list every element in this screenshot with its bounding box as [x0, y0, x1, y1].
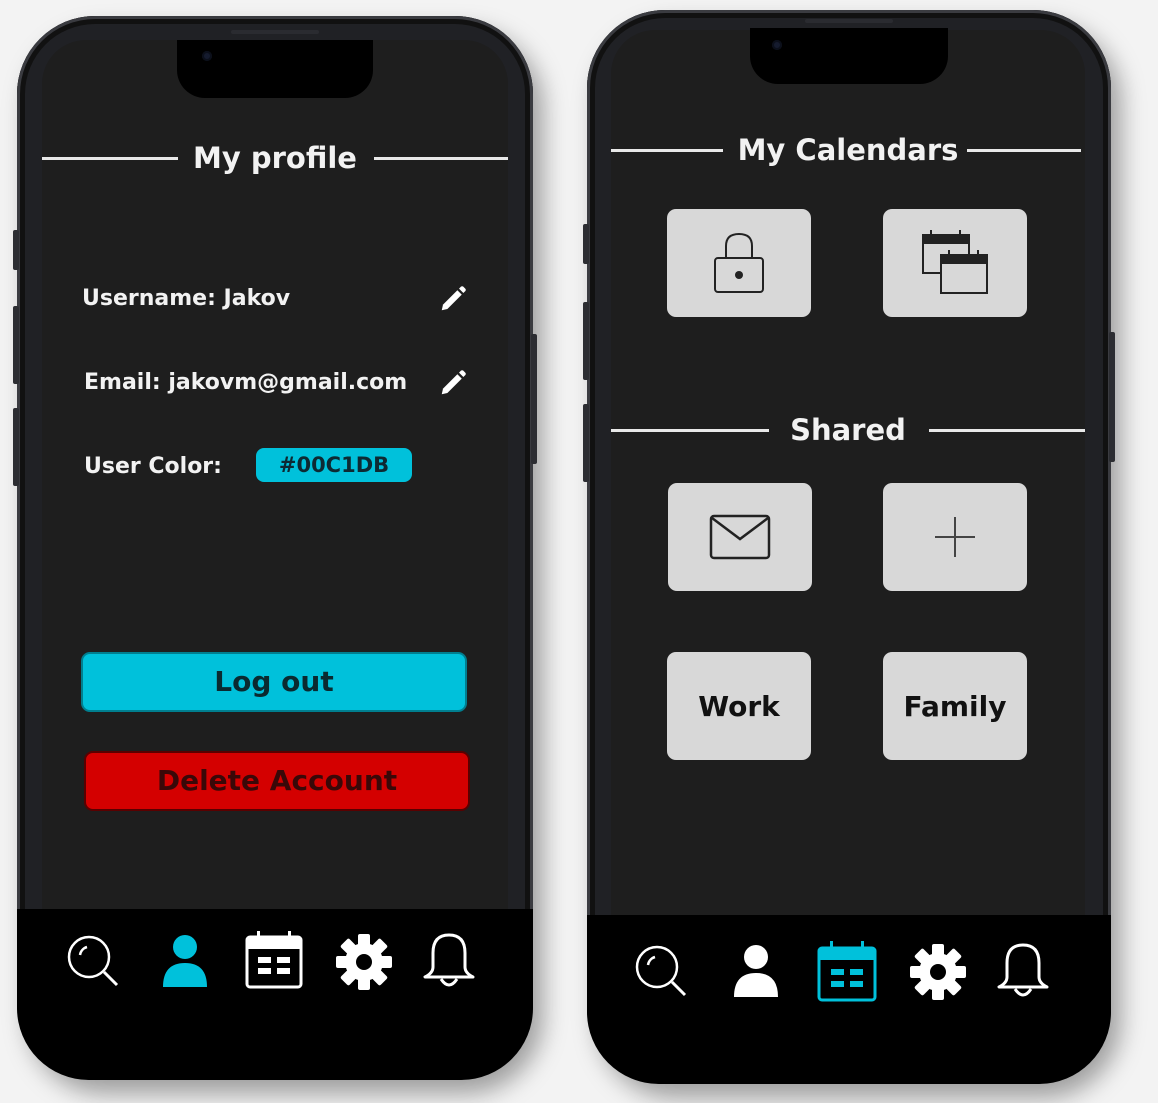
user-color-chip[interactable]: #00C1DB [256, 448, 412, 482]
notch [750, 28, 948, 84]
front-camera [772, 40, 782, 50]
calendars-screen: My Calendars Shared Work Family [611, 30, 1085, 930]
private-calendar-tile[interactable] [667, 209, 811, 317]
shared-header: Shared [611, 410, 1085, 450]
family-calendar-label: Family [903, 689, 1007, 723]
notch [177, 40, 373, 98]
shared-title: Shared [790, 413, 906, 447]
plus-icon [935, 517, 975, 557]
all-calendars-tile[interactable] [883, 209, 1027, 317]
calendars-header: My Calendars [611, 130, 1085, 170]
power-button [531, 334, 537, 464]
bottom-nav [17, 909, 533, 1080]
bell-icon[interactable] [995, 941, 1051, 1001]
calendars-icon [922, 230, 988, 294]
volume-down-button [583, 404, 589, 482]
email-label: Email: jakovm@gmail.com [84, 370, 408, 395]
invitations-tile[interactable] [668, 483, 812, 591]
earpiece [231, 30, 319, 34]
user-icon[interactable] [731, 943, 781, 999]
mute-switch [583, 224, 589, 264]
user-icon[interactable] [160, 933, 210, 989]
search-icon[interactable] [633, 943, 691, 1001]
phone-calendars: My Calendars Shared Work Family [583, 10, 1115, 1084]
work-calendar-tile[interactable]: Work [667, 652, 811, 760]
user-color-label: User Color: [84, 454, 222, 479]
calendar-icon[interactable] [244, 929, 304, 991]
profile-screen: My profile Username: Jakov Email: jakovm… [42, 40, 508, 924]
gear-icon[interactable] [909, 943, 967, 1001]
search-icon[interactable] [65, 933, 123, 991]
power-button [1109, 332, 1115, 462]
bottom-nav [587, 915, 1111, 1084]
work-calendar-label: Work [698, 689, 780, 723]
edit-email-pencil-icon[interactable] [438, 368, 468, 398]
volume-down-button [13, 408, 19, 486]
delete-account-button[interactable]: Delete Account [84, 751, 470, 811]
calendar-icon[interactable] [816, 939, 878, 1003]
add-calendar-tile[interactable] [883, 483, 1027, 591]
phone-profile: My profile Username: Jakov Email: jakovm… [13, 16, 537, 1080]
mail-icon [709, 514, 771, 560]
bell-icon[interactable] [421, 931, 477, 991]
username-label: Username: Jakov [82, 286, 291, 311]
mute-switch [13, 230, 19, 270]
page-title: My Calendars [737, 133, 959, 167]
volume-up-button [583, 302, 589, 380]
front-camera [202, 51, 212, 61]
lock-icon [714, 232, 764, 293]
gear-icon[interactable] [335, 933, 393, 991]
family-calendar-tile[interactable]: Family [883, 652, 1027, 760]
logout-button[interactable]: Log out [81, 652, 467, 712]
page-title: My profile [193, 141, 357, 175]
earpiece [805, 19, 893, 23]
volume-up-button [13, 306, 19, 384]
profile-header: My profile [42, 138, 508, 178]
edit-username-pencil-icon[interactable] [438, 284, 468, 314]
